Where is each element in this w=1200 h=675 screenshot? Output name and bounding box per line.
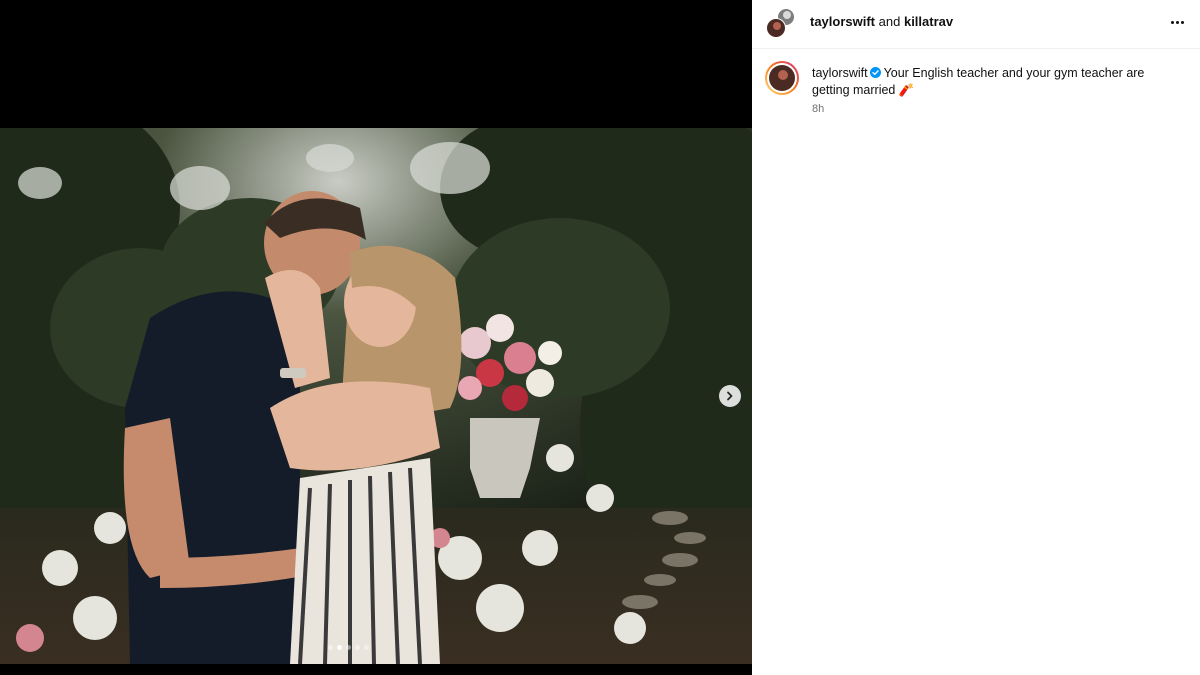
- carousel-dot: [364, 645, 369, 650]
- couple-photo-illustration: [0, 128, 752, 664]
- caption-avatar[interactable]: [764, 60, 800, 96]
- firecracker-emoji-icon: 🧨: [898, 83, 915, 97]
- carousel-dot-active: [337, 645, 342, 650]
- post-timestamp[interactable]: 8h: [812, 103, 824, 115]
- collab-user-2[interactable]: killatrav: [904, 14, 953, 29]
- carousel-dots: [328, 645, 369, 650]
- carousel-dot: [346, 645, 351, 650]
- carousel-dot: [328, 645, 333, 650]
- avatar-stack: [766, 8, 795, 38]
- story-ring-avatar-icon: [765, 61, 799, 95]
- post-media: [0, 0, 752, 675]
- caption-username[interactable]: taylorswift: [812, 66, 868, 80]
- post-header-title: taylorswift and killatrav: [810, 14, 953, 29]
- collab-avatars[interactable]: [765, 7, 797, 39]
- caption-text: taylorswift Your English teacher and your…: [812, 65, 1172, 99]
- collab-joiner: and: [878, 14, 901, 29]
- verified-badge-icon: [869, 67, 881, 78]
- post-photo[interactable]: [0, 128, 752, 664]
- post-details-panel: taylorswift and killatrav taylorswift Yo…: [752, 0, 1200, 675]
- collab-user-1[interactable]: taylorswift: [810, 14, 875, 29]
- chevron-right-icon: [727, 391, 733, 401]
- more-options-icon[interactable]: [1166, 12, 1188, 32]
- carousel-dot: [355, 645, 360, 650]
- next-slide-button[interactable]: [719, 385, 741, 407]
- post-header: taylorswift and killatrav: [752, 0, 1200, 49]
